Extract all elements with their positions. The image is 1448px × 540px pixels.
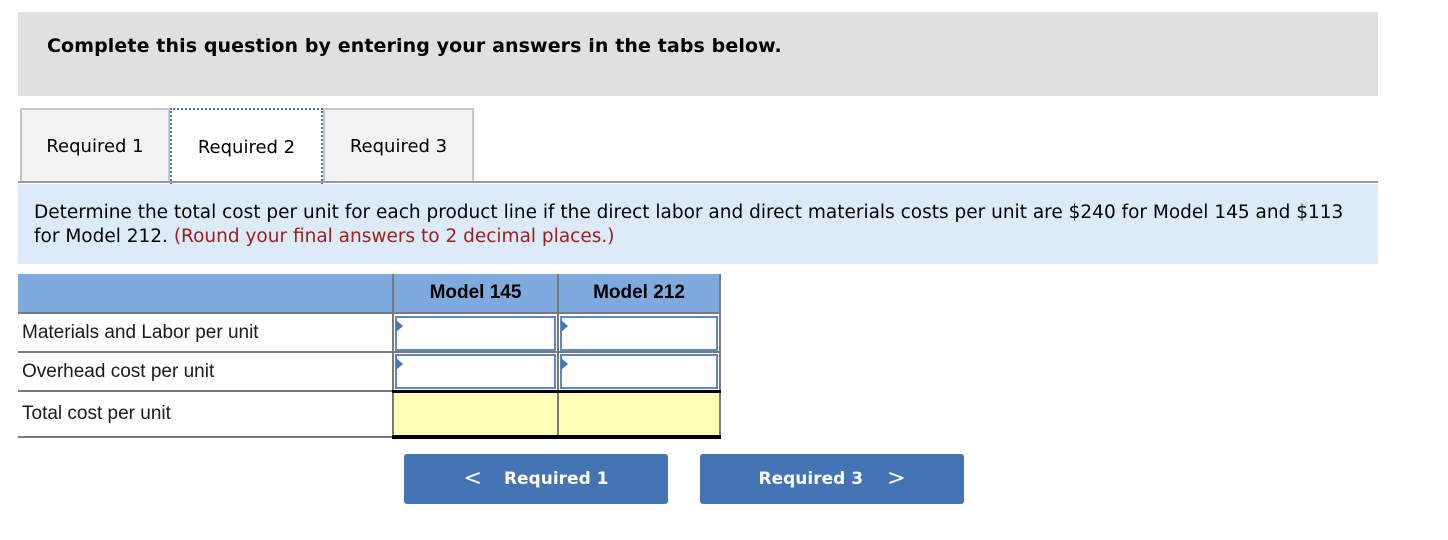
tab-required-2[interactable]: Required 2 bbox=[170, 108, 323, 184]
tab-bar: Required 1 Required 2 Required 3 bbox=[18, 108, 1378, 184]
instructions-paragraph: Determine the total cost per unit for ea… bbox=[34, 201, 1364, 249]
next-required-3-button[interactable]: Required 3 > bbox=[700, 454, 964, 504]
row-label-overhead: Overhead cost per unit bbox=[18, 352, 393, 392]
table-row: Overhead cost per unit bbox=[18, 352, 721, 392]
header-blank bbox=[18, 274, 393, 314]
input-flag-icon bbox=[396, 358, 403, 371]
input-materials-labor-model-212[interactable] bbox=[560, 315, 718, 351]
question-instructions: Determine the total cost per unit for ea… bbox=[18, 184, 1378, 264]
overhead-model-145-field[interactable] bbox=[397, 356, 554, 388]
row-label-total: Total cost per unit bbox=[18, 391, 393, 438]
cost-table: Model 145 Model 212 Materials and Labor … bbox=[18, 274, 721, 439]
table-row: Materials and Labor per unit bbox=[18, 313, 721, 353]
input-flag-icon bbox=[561, 358, 568, 371]
input-materials-labor-model-145[interactable] bbox=[395, 315, 556, 351]
instruction-banner: Complete this question by entering your … bbox=[18, 12, 1378, 96]
prev-button-label: Required 1 bbox=[503, 469, 609, 489]
tab-required-1[interactable]: Required 1 bbox=[20, 108, 170, 182]
next-button-label: Required 3 bbox=[758, 469, 864, 489]
tab-divider bbox=[18, 181, 1378, 183]
input-flag-icon bbox=[561, 319, 568, 332]
input-overhead-model-212[interactable] bbox=[560, 354, 718, 390]
cell-materials-labor-model-212 bbox=[557, 313, 721, 353]
input-flag-icon bbox=[396, 319, 403, 332]
header-model-145: Model 145 bbox=[392, 274, 558, 314]
cell-overhead-model-212 bbox=[557, 352, 721, 392]
chevron-left-icon: < bbox=[463, 466, 482, 491]
rounding-hint: (Round your final answers to 2 decimal p… bbox=[173, 226, 615, 247]
input-overhead-model-145[interactable] bbox=[395, 354, 556, 390]
cell-materials-labor-model-145 bbox=[392, 313, 558, 353]
cell-overhead-model-145 bbox=[392, 352, 558, 392]
total-model-212 bbox=[557, 389, 721, 439]
row-label-materials-labor: Materials and Labor per unit bbox=[18, 313, 393, 353]
chevron-right-icon: > bbox=[887, 466, 906, 491]
prev-required-1-button[interactable]: < Required 1 bbox=[404, 454, 668, 504]
materials-labor-model-212-field[interactable] bbox=[562, 317, 716, 349]
header-model-212: Model 212 bbox=[557, 274, 721, 314]
materials-labor-model-145-field[interactable] bbox=[397, 317, 554, 349]
overhead-model-212-field[interactable] bbox=[562, 356, 716, 388]
total-model-145 bbox=[392, 389, 558, 439]
table-header-row: Model 145 Model 212 bbox=[18, 274, 721, 314]
tab-required-3[interactable]: Required 3 bbox=[323, 108, 474, 182]
table-row-total: Total cost per unit bbox=[18, 389, 721, 439]
banner-text: Complete this question by entering your … bbox=[47, 35, 782, 57]
